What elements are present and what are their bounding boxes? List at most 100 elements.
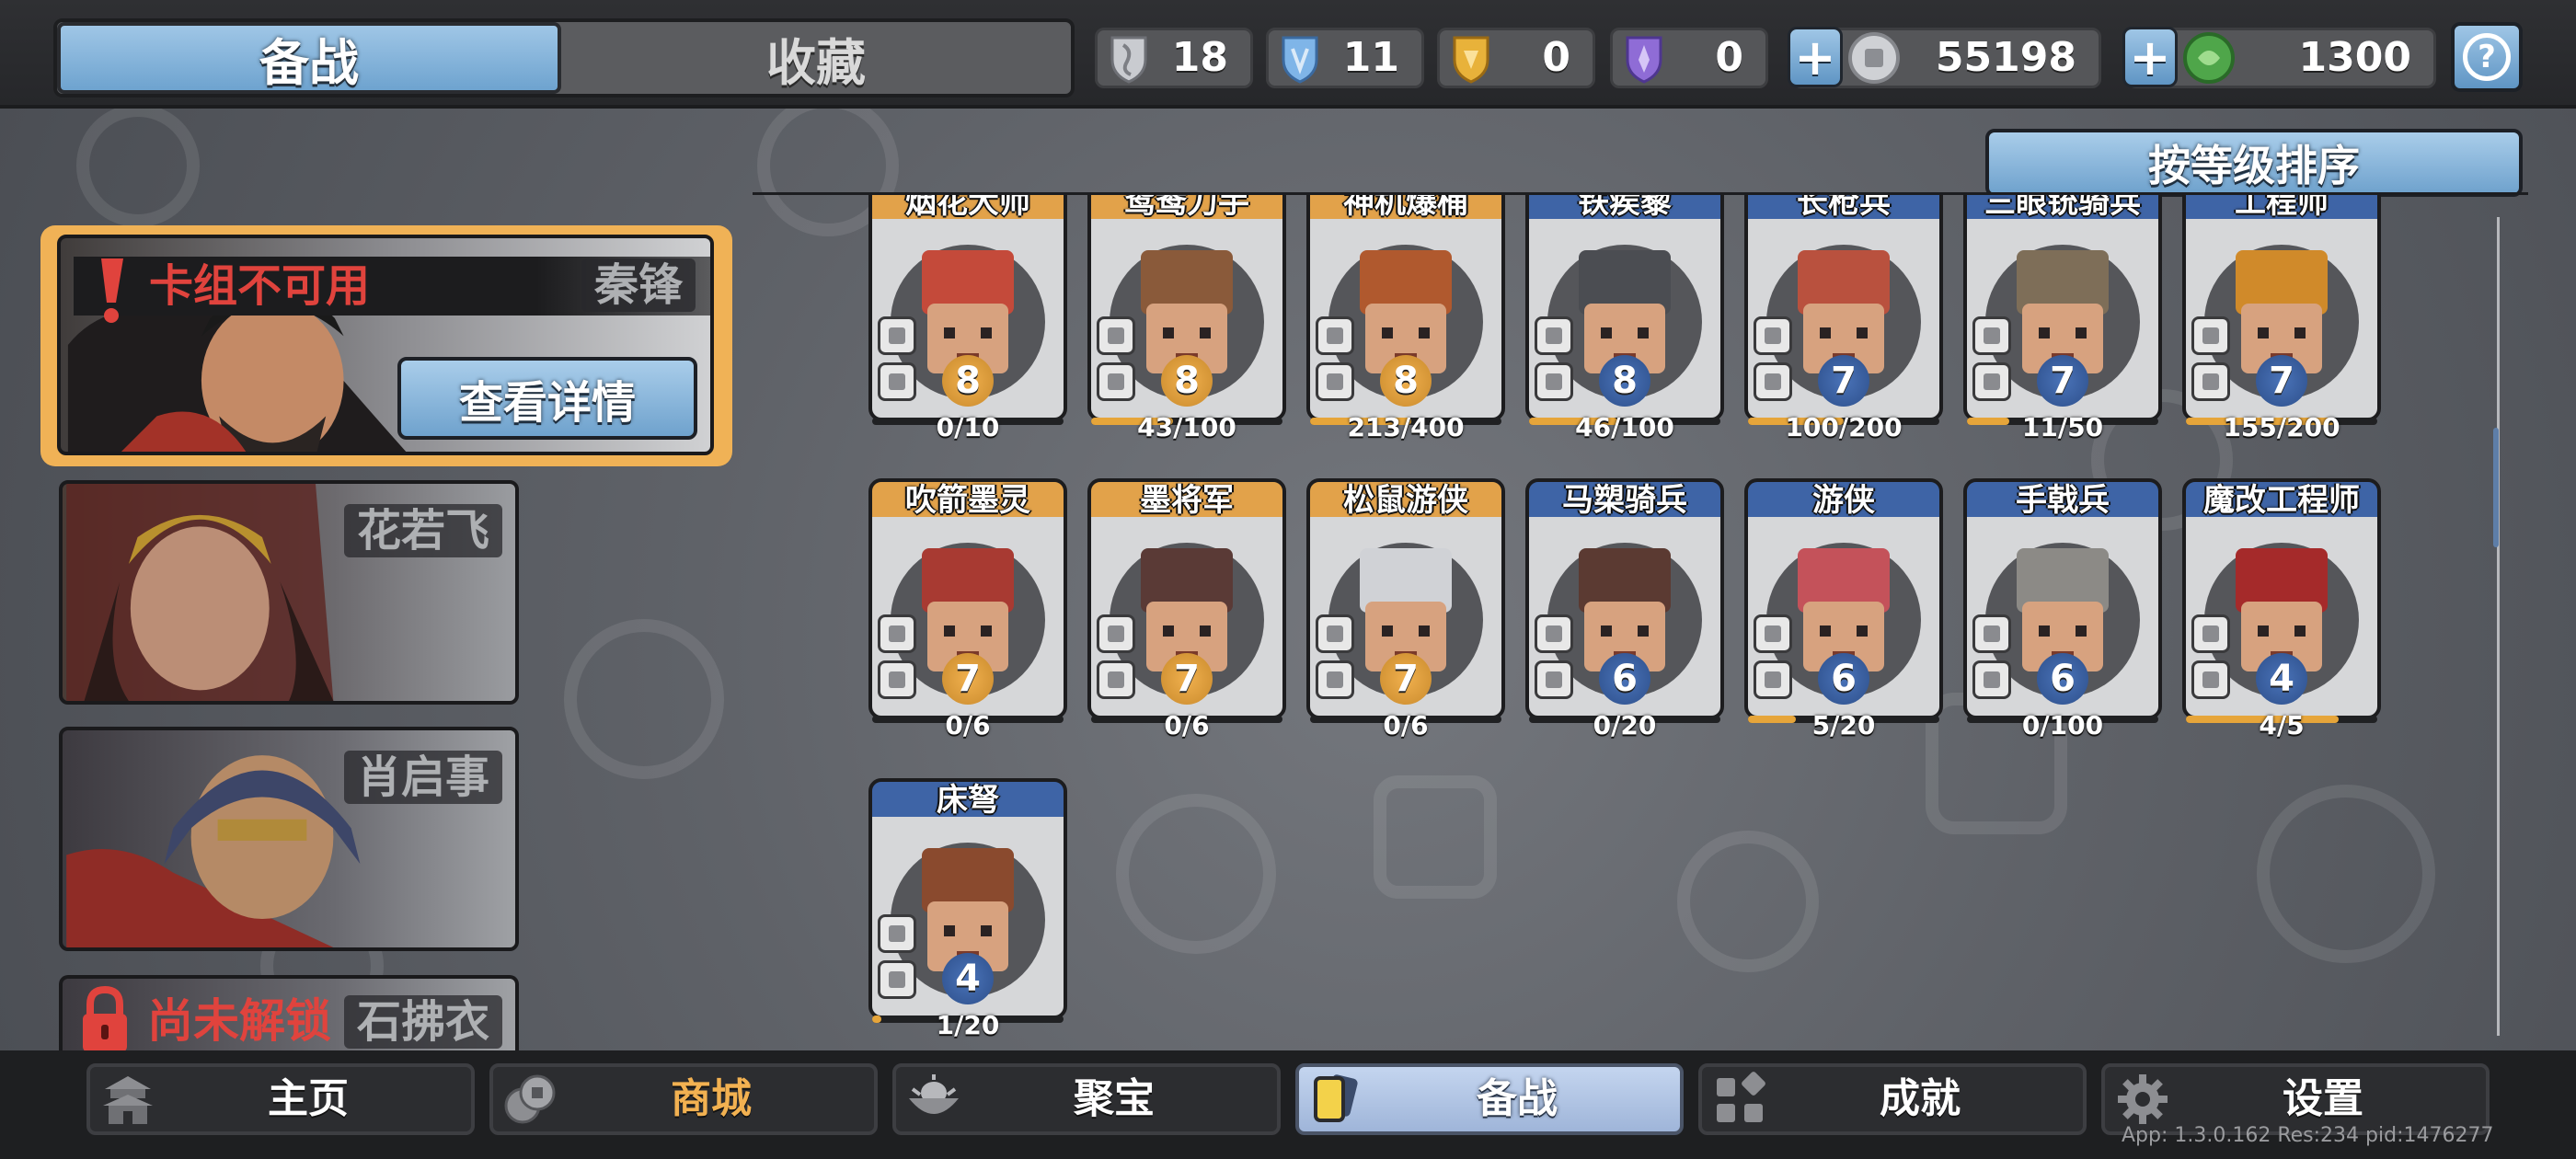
unit-progress-text: 0/20	[1593, 710, 1657, 740]
unit-name: 吹箭墨灵	[905, 482, 1030, 519]
unit-card[interactable]: 魔改工程师 4 4/5	[2182, 478, 2381, 740]
view-details-button[interactable]: 查看详情	[397, 357, 697, 440]
unit-card-frame: 神机爆桶 8	[1306, 195, 1505, 421]
horse-icon	[1535, 614, 1573, 653]
treasure-bowl-icon	[909, 1074, 959, 1114]
unit-card-frame: 游侠 6	[1744, 478, 1943, 719]
unit-card[interactable]: 长枪兵 7 100/200	[1744, 195, 1943, 442]
jade-coin-icon	[2183, 32, 2235, 84]
currency-value: 55198	[1935, 34, 2076, 81]
unit-card[interactable]: 铁蒺藜 8 46/100	[1525, 195, 1724, 442]
nav-label: 聚宝	[1074, 1075, 1155, 1122]
tab-collection[interactable]: 收藏	[561, 22, 1071, 94]
grid-badge-icon	[1717, 1072, 1765, 1122]
unit-level-badge: 8	[1380, 355, 1432, 407]
unit-progress-text: 0/10	[936, 412, 1000, 442]
unit-card-frame: 工程师 7	[2182, 195, 2381, 421]
purple-shield-icon	[1626, 36, 1662, 84]
mode-tabs: 备战 收藏	[53, 18, 1075, 98]
nav-label: 设置	[2283, 1075, 2363, 1122]
burst-icon	[2191, 362, 2230, 401]
unit-level-badge: 7	[1818, 355, 1869, 407]
sort-by-level-button[interactable]: 按等级排序	[1985, 129, 2523, 197]
commander-card-shifuyi[interactable]: 尚未解锁 石拂衣	[59, 975, 519, 1050]
unit-card[interactable]: 三眼铳骑兵 7 11/50	[1963, 195, 2162, 442]
unit-name: 游侠	[1812, 482, 1875, 519]
nav-label: 主页	[268, 1075, 349, 1122]
unit-card-frame: 烟花大师 8	[868, 195, 1067, 421]
help-button[interactable]: ?	[2451, 22, 2523, 92]
nav-treasure[interactable]: 聚宝	[892, 1063, 1281, 1135]
add-silver-button[interactable]: +	[1788, 27, 1843, 87]
unit-card[interactable]: 鸳鸯刀手 8 43/100	[1087, 195, 1286, 442]
commander-name: 石拂衣	[343, 995, 502, 1049]
scrollbar-thumb[interactable]	[2493, 428, 2499, 547]
unit-card[interactable]: 手戟兵 6 0/100	[1963, 478, 2162, 740]
unit-level-badge: 6	[1818, 653, 1869, 705]
unit-card-frame: 床弩 4	[868, 778, 1067, 1019]
resource-blue-shield: 11	[1266, 28, 1424, 88]
swords-icon	[1972, 614, 2011, 653]
unit-name: 烟花大师	[905, 195, 1030, 221]
unit-card[interactable]: 烟花大师 8 0/10	[868, 195, 1067, 442]
nav-label: 商城	[671, 1075, 752, 1122]
resource-value: 18	[1171, 34, 1228, 81]
swords-icon	[878, 316, 916, 355]
resource-purple-shield: 0	[1610, 28, 1768, 88]
wind-icon	[1097, 362, 1135, 401]
unit-name: 马槊骑兵	[1562, 482, 1687, 519]
sword-icon	[1754, 316, 1792, 355]
horse-icon	[1972, 316, 2011, 355]
unit-card-frame: 手戟兵 6	[1963, 478, 2162, 719]
currency-silver: + 55198	[1788, 27, 2101, 88]
wind-icon	[1535, 362, 1573, 401]
nav-achievements[interactable]: 成就	[1698, 1063, 2087, 1135]
fist-icon	[878, 362, 916, 401]
commander-card-xiaoqishi[interactable]: 肖启事	[59, 727, 519, 951]
unit-card[interactable]: 游侠 6 5/20	[1744, 478, 1943, 740]
unit-name: 长枪兵	[1797, 195, 1891, 221]
unit-card[interactable]: 工程师 7 155/200	[2182, 195, 2381, 442]
shuriken-icon	[1316, 316, 1354, 355]
add-jade-button[interactable]: +	[2122, 27, 2178, 87]
unit-card[interactable]: 马槊骑兵 6 0/20	[1525, 478, 1724, 740]
tab-prepare[interactable]: 备战	[57, 22, 561, 94]
fist-icon	[878, 960, 916, 999]
unit-card[interactable]: 墨将军 7 0/6	[1087, 478, 1286, 740]
sword-icon	[1097, 614, 1135, 653]
unit-card[interactable]: 神机爆桶 8 213/400	[1306, 195, 1505, 442]
unit-progress-text: 0/6	[1383, 710, 1429, 740]
unit-name: 松鼠游侠	[1343, 482, 1468, 519]
question-icon: ?	[2463, 33, 2511, 81]
unit-progress-text: 4/5	[2259, 710, 2305, 740]
commander-name: 秦锋	[581, 258, 696, 312]
nav-home[interactable]: 主页	[86, 1063, 475, 1135]
unit-name: 床弩	[937, 782, 999, 819]
unit-level-badge: 6	[1599, 653, 1650, 705]
unit-card[interactable]: 松鼠游侠 7 0/6	[1306, 478, 1505, 740]
pagoda-icon	[103, 1076, 153, 1124]
commander-name: 花若飞	[343, 504, 502, 557]
unit-card-frame: 马槊骑兵 6	[1525, 478, 1724, 719]
skull-icon	[1754, 614, 1792, 653]
burst-icon	[1316, 362, 1354, 401]
cards-icon	[1314, 1074, 1358, 1122]
unit-level-badge: 7	[2037, 355, 2088, 407]
unit-name: 墨将军	[1140, 482, 1234, 519]
unit-name: 手戟兵	[2016, 482, 2110, 519]
scrollbar-track[interactable]	[2497, 217, 2500, 1036]
commander-card-huaruofei[interactable]: 花若飞	[59, 480, 519, 705]
skull-icon	[2191, 614, 2230, 653]
unit-card-frame: 魔改工程师 4	[2182, 478, 2381, 719]
skull-icon	[1316, 614, 1354, 653]
nav-label: 成就	[1880, 1075, 1961, 1122]
nav-prepare[interactable]: 备战	[1295, 1063, 1684, 1135]
unit-card[interactable]: 床弩 4 1/20	[868, 778, 1067, 1040]
nav-label: 备战	[1477, 1075, 1558, 1122]
unit-card-frame: 长枪兵 7	[1744, 195, 1943, 421]
shuriken-icon	[1535, 316, 1573, 355]
nav-shop[interactable]: 商城	[489, 1063, 878, 1135]
unit-name: 三眼铳骑兵	[1984, 195, 2141, 221]
commander-name: 肖启事	[343, 751, 502, 804]
unit-card[interactable]: 吹箭墨灵 7 0/6	[868, 478, 1067, 740]
